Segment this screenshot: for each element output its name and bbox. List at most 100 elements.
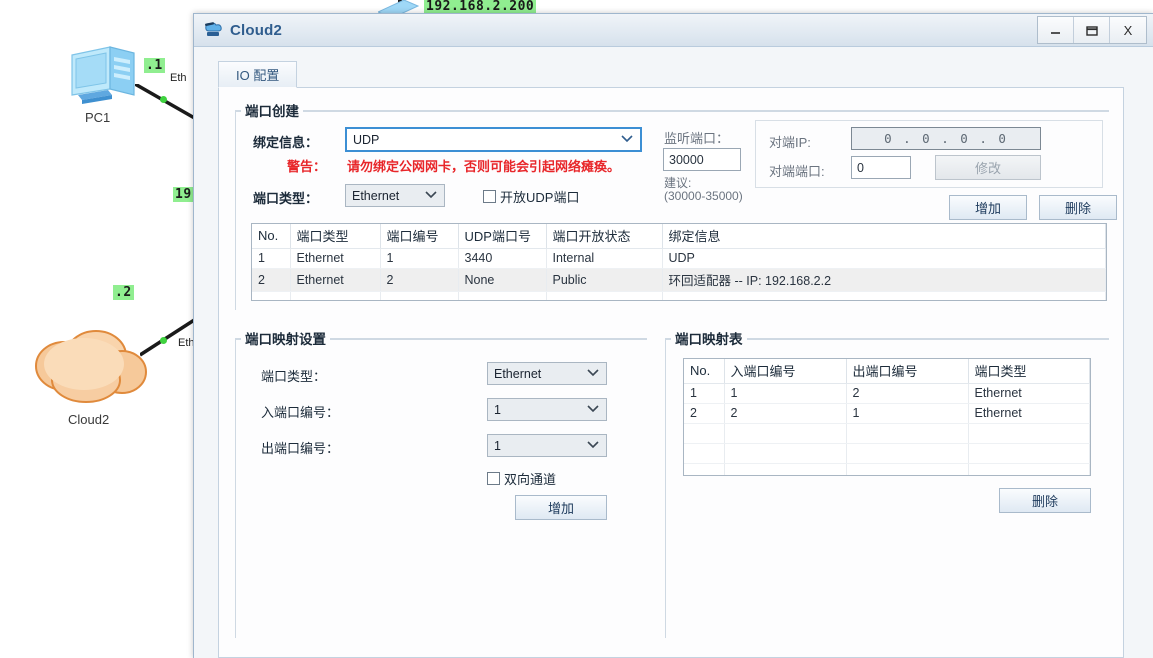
- chevron-down-icon: [587, 404, 599, 416]
- port-table-header-cell-1: 端口类型: [290, 224, 381, 249]
- map-table-cell-empty: [724, 423, 847, 444]
- port-type-select[interactable]: Ethernet: [345, 184, 445, 207]
- open-udp-port-checkbox[interactable]: 开放UDP端口: [483, 187, 579, 206]
- map-table-cell-out: 1: [846, 403, 969, 424]
- table-row-empty[interactable]: [684, 463, 1090, 475]
- cloud2-caption: Cloud2: [68, 412, 110, 427]
- table-row[interactable]: 2 2 1 Ethernet: [684, 403, 1090, 424]
- listen-port-value: 30000: [669, 152, 704, 167]
- map-table-cell-empty: [684, 463, 725, 475]
- bind-info-value: UDP: [353, 132, 380, 147]
- listen-port-label: 监听端口：: [664, 131, 730, 146]
- add-port-button[interactable]: 增加: [949, 195, 1027, 220]
- peer-port-value: 0: [857, 160, 864, 175]
- map-add-button[interactable]: 增加: [515, 495, 607, 520]
- cloud2-config-window: Cloud2 X IO 配置 端口创建 绑定信息： UDP 警告： 请勿绑定公网…: [193, 13, 1153, 658]
- port-table-cell-num: 1: [380, 248, 459, 269]
- map-table[interactable]: No. 入端口编号 出端口编号 端口类型 1 1 2 Ethernet 2 2 1 Ethernet: [683, 358, 1091, 476]
- port-table-body: 1 Ethernet 1 3440 Internal UDP 2 Ethernet 2 None P…: [252, 248, 1106, 300]
- window-controls: X: [1037, 16, 1147, 44]
- map-table-body: 1 1 2 Ethernet 2 2 1 Ethernet: [684, 383, 1090, 475]
- cloud2-icon: [35, 330, 147, 403]
- map-out-port-select[interactable]: 1: [487, 434, 607, 457]
- chevron-down-icon: [621, 134, 633, 146]
- maximize-icon[interactable]: [1074, 17, 1110, 43]
- map-table-grid: No. 入端口编号 出端口编号 端口类型 1 1 2 Ethernet 2 2 1 Ethernet: [684, 359, 1090, 475]
- map-delete-button[interactable]: 删除: [999, 488, 1091, 513]
- port-table-cell-type: Ethernet: [290, 268, 381, 292]
- port-map-settings-group: 端口映射设置 端口类型： Ethernet 入端口编号： 1 出端口编号： 1: [235, 328, 647, 638]
- map-port-type-label: 端口类型：: [261, 369, 327, 384]
- checkbox-box-icon: [483, 190, 496, 203]
- map-table-cell-empty: [846, 443, 969, 464]
- map-table-cell-empty: [846, 423, 969, 444]
- peer-port-input[interactable]: 0: [851, 156, 911, 179]
- minimize-icon[interactable]: [1038, 17, 1074, 43]
- peer-ip-input[interactable]: 0 . 0 . 0 . 0: [851, 127, 1041, 150]
- peer-port-label: 对端端口:: [769, 164, 825, 179]
- map-out-port-label: 出端口编号：: [261, 441, 340, 456]
- tab-io-config[interactable]: IO 配置: [218, 61, 298, 88]
- port-table-cell-type: Ethernet: [290, 248, 381, 269]
- table-row-empty[interactable]: [684, 443, 1090, 464]
- warning-text: 请勿绑定公网网卡，否则可能会引起网络瘫痪。: [347, 159, 621, 174]
- map-table-cell-empty: [968, 463, 1090, 475]
- pc1-interface-label: Eth: [170, 72, 187, 84]
- delete-port-button[interactable]: 删除: [1039, 195, 1117, 220]
- map-table-cell-type: Ethernet: [968, 383, 1090, 404]
- table-row[interactable]: 1 Ethernet 1 3440 Internal UDP: [252, 248, 1106, 269]
- window-titlebar[interactable]: Cloud2 X: [194, 14, 1153, 47]
- map-table-cell-empty: [724, 443, 847, 464]
- map-in-port-select[interactable]: 1: [487, 398, 607, 421]
- map-table-cell-no: 2: [684, 403, 725, 424]
- bind-info-select[interactable]: UDP: [345, 127, 642, 152]
- port-table-header-cell-5: 绑定信息: [662, 224, 1106, 249]
- map-table-header-cell-1: 入端口编号: [724, 359, 847, 384]
- map-table-cell-empty: [684, 443, 725, 464]
- port-table-cell-no: 1: [252, 248, 291, 269]
- bidirectional-channel-checkbox[interactable]: 双向通道: [487, 469, 556, 488]
- modify-button[interactable]: 修改: [935, 155, 1041, 180]
- map-port-type-select[interactable]: Ethernet: [487, 362, 607, 385]
- port-table-cell-bind: UDP: [662, 248, 1106, 269]
- port-table-cell-udp: 3440: [458, 248, 547, 269]
- map-table-cell-empty: [846, 463, 969, 475]
- port-table-grid: No. 端口类型 端口编号 UDP端口号 端口开放状态 绑定信息 1 Ethernet 1 34…: [252, 224, 1106, 300]
- map-table-header-cell-0: No.: [684, 359, 725, 384]
- map-in-port-label: 入端口编号：: [261, 405, 340, 420]
- port-table[interactable]: No. 端口类型 端口编号 UDP端口号 端口开放状态 绑定信息 1 Ethernet 1 34…: [251, 223, 1107, 301]
- table-row[interactable]: 2 Ethernet 2 None Public 环回适配器 -- IP: 192.168…: [252, 268, 1106, 292]
- cloud-device-icon: [204, 21, 223, 39]
- suggest-range: (30000-35000): [664, 189, 743, 203]
- map-table-header-cell-3: 端口类型: [968, 359, 1090, 384]
- listen-port-input[interactable]: 30000: [663, 148, 741, 171]
- peer-ip-value: 0 . 0 . 0 . 0: [884, 131, 1008, 146]
- tab-io-config-label: IO 配置: [236, 68, 280, 83]
- link-endpoint-dot-pc1: [160, 96, 167, 103]
- port-create-group: 端口创建 绑定信息： UDP 警告： 请勿绑定公网网卡，否则可能会引起网络瘫痪。…: [235, 100, 1117, 310]
- port-table-header-row: No. 端口类型 端口编号 UDP端口号 端口开放状态 绑定信息: [252, 224, 1106, 249]
- map-table-cell-empty: [684, 423, 725, 444]
- chevron-down-icon: [587, 368, 599, 380]
- port-table-cell-udp: None: [458, 268, 547, 292]
- port-table-header-cell-3: UDP端口号: [458, 224, 547, 249]
- open-udp-port-label: 开放UDP端口: [500, 190, 580, 205]
- port-type-value: Ethernet: [352, 188, 400, 203]
- port-table-cell-empty: [458, 291, 547, 300]
- close-icon[interactable]: X: [1110, 17, 1146, 43]
- port-table-cell-state: Internal: [546, 248, 663, 269]
- map-table-header-row: No. 入端口编号 出端口编号 端口类型: [684, 359, 1090, 384]
- table-row[interactable]: 1 1 2 Ethernet: [684, 383, 1090, 404]
- map-table-cell-in: 2: [724, 403, 847, 424]
- port-table-cell-empty: [252, 291, 291, 300]
- table-row-empty[interactable]: [252, 291, 1106, 300]
- port-table-cell-no: 2: [252, 268, 291, 292]
- map-table-cell-out: 2: [846, 383, 969, 404]
- port-table-header-cell-2: 端口编号: [380, 224, 459, 249]
- port-table-cell-bind: 环回适配器 -- IP: 192.168.2.2: [662, 268, 1106, 292]
- port-table-cell-empty: [380, 291, 459, 300]
- tab-panel-io-config: 端口创建 绑定信息： UDP 警告： 请勿绑定公网网卡，否则可能会引起网络瘫痪。…: [218, 88, 1124, 658]
- table-row-empty[interactable]: [684, 423, 1090, 444]
- window-title: Cloud2: [230, 21, 283, 39]
- map-table-cell-in: 1: [724, 383, 847, 404]
